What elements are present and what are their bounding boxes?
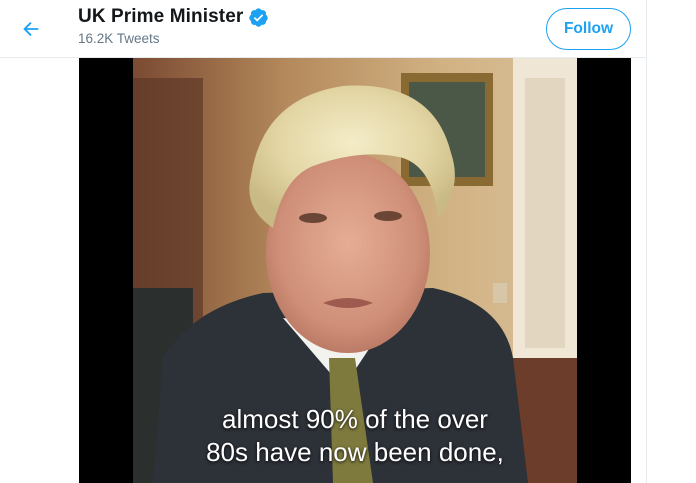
back-button[interactable] [14, 12, 48, 46]
page-right-edge [646, 0, 696, 483]
subtitle-line-1: almost 90% of the over [222, 404, 488, 434]
verified-badge-icon [248, 7, 269, 28]
profile-name: UK Prime Minister [78, 6, 244, 27]
name-row: UK Prime Minister [78, 6, 269, 28]
video-subtitle: almost 90% of the over 80s have now been… [133, 403, 577, 469]
profile-header: UK Prime Minister 16.2K Tweets Follow [0, 0, 646, 58]
video-player[interactable]: almost 90% of the over 80s have now been… [79, 58, 631, 483]
follow-button[interactable]: Follow [546, 8, 631, 50]
subtitle-line-2: 80s have now been done, [206, 437, 504, 467]
video-frame: almost 90% of the over 80s have now been… [133, 58, 577, 483]
profile-title-block: UK Prime Minister 16.2K Tweets [78, 6, 269, 46]
arrow-left-icon [23, 21, 39, 37]
tweet-count: 16.2K Tweets [78, 31, 160, 46]
